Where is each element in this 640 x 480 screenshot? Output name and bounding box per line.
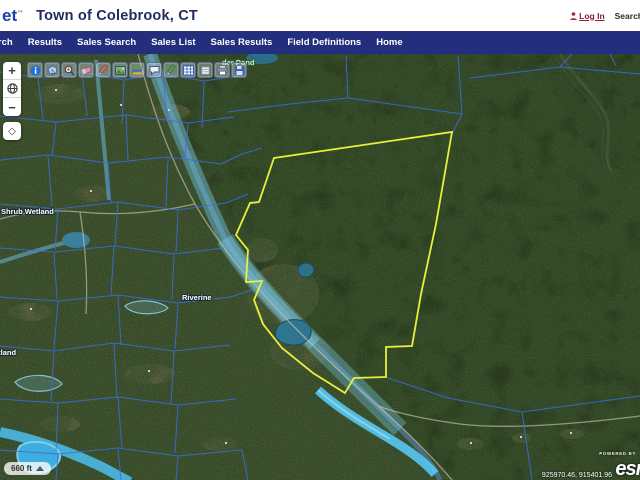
nav-item-sales-list[interactable]: Sales List (151, 37, 195, 48)
nav-item-results[interactable]: Results (28, 37, 62, 48)
basemap-tool-button[interactable] (112, 62, 128, 78)
app-header: et™ Town of Colebrook, CT Log In Search (0, 0, 640, 31)
select-shape-icon (47, 65, 58, 76)
info-icon (30, 65, 41, 76)
nav-item-field-definitions[interactable]: Field Definitions (287, 37, 361, 48)
legend-tool-button[interactable] (129, 62, 145, 78)
nav-item-search[interactable]: Search (0, 37, 13, 48)
scale-collapse-icon (36, 466, 44, 471)
nav-item-sales-results[interactable]: Sales Results (211, 37, 273, 48)
measure-tool-button[interactable] (95, 62, 111, 78)
print-tool-button[interactable] (214, 62, 230, 78)
eraser-icon (81, 65, 92, 76)
login-label: Log In (579, 11, 605, 21)
zoom-selection-tool-button[interactable] (61, 62, 77, 78)
printer-icon (217, 65, 228, 76)
search-menu[interactable]: Search (615, 11, 640, 21)
map-label-wetland: Wetland (0, 348, 16, 357)
globe-icon (7, 83, 18, 94)
logo-trademark: ™ (17, 10, 23, 16)
nav-item-sales-search[interactable]: Sales Search (77, 37, 136, 48)
default-extent-button[interactable]: ◇ (3, 122, 21, 140)
save-tool-button[interactable] (231, 62, 247, 78)
pencil-red-icon (98, 65, 109, 76)
scale-bar[interactable]: 660 ft (4, 462, 51, 475)
login-link[interactable]: Log In (570, 11, 605, 21)
page-title: Town of Colebrook, CT (36, 8, 198, 24)
eraser-tool-button[interactable] (78, 62, 94, 78)
scale-label: 660 ft (11, 464, 32, 473)
app-logo[interactable]: et™ (2, 6, 23, 26)
full-extent-button[interactable] (3, 80, 21, 98)
identify-tool-button[interactable] (146, 62, 162, 78)
esri-logo: esri (615, 459, 640, 479)
map-label-riverine: Riverine (182, 293, 212, 302)
logo-text: et (2, 6, 17, 25)
markup-tool-button[interactable] (163, 62, 179, 78)
header-actions: Log In Search (570, 0, 640, 31)
labels-tool-button[interactable] (197, 62, 213, 78)
zoom-out-button[interactable]: − (3, 98, 21, 116)
map-label-shrub-wetland: Shrub Wetland (1, 207, 54, 216)
legend-icon (132, 65, 143, 76)
pencil-green-icon (166, 65, 177, 76)
zoom-in-button[interactable]: + (3, 62, 21, 80)
speech-bubble-icon (149, 65, 160, 76)
grid-tool-button[interactable] (180, 62, 196, 78)
info-tool-button[interactable] (27, 62, 43, 78)
map-toolbar (27, 62, 247, 78)
magnifier-icon (64, 65, 75, 76)
aerial-map[interactable]: Shrub Wetland Riverine Wetland der Pond (0, 54, 640, 480)
person-icon (570, 12, 577, 20)
grid-icon (183, 65, 194, 76)
basemap-icon (115, 65, 126, 76)
labels-icon (200, 65, 211, 76)
nav-item-home[interactable]: Home (376, 37, 402, 48)
zoom-controls: + − (3, 62, 21, 116)
powered-by-label: POWERED BY (599, 451, 636, 456)
map-canvas[interactable]: Shrub Wetland Riverine Wetland der Pond … (0, 54, 640, 480)
select-shape-tool-button[interactable] (44, 62, 60, 78)
save-icon (234, 65, 245, 76)
cursor-coordinates: 925970.46, 915401.96 (542, 472, 612, 479)
main-nav: Search Results Sales Search Sales List S… (0, 31, 640, 54)
